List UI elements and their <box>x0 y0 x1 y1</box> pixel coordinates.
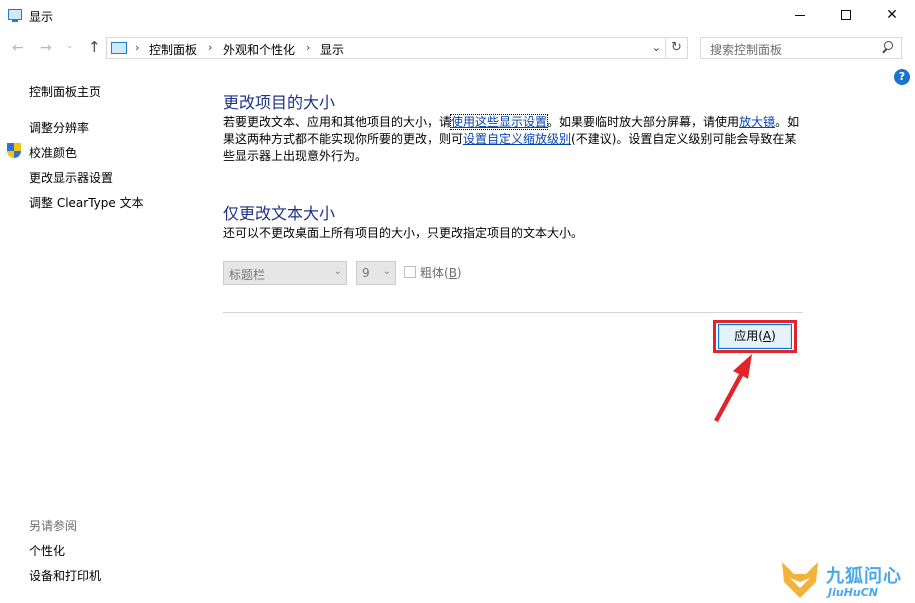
sidebar-item-calibrate-color[interactable]: 校准颜色 <box>29 144 77 161</box>
refresh-button[interactable]: ↻ <box>666 37 688 59</box>
search-input[interactable]: 搜索控制面板 <box>710 41 782 58</box>
bold-checkbox-label: 粗体(B) <box>420 264 462 281</box>
change-item-size-description: 若要更改文本、应用和其他项目的大小，请使用这些显示设置。如果要临时放大部分屏幕，… <box>223 114 803 165</box>
use-display-settings-link[interactable]: 使用这些显示设置 <box>450 114 549 130</box>
see-also-personalization-link[interactable]: 个性化 <box>29 542 65 559</box>
close-icon: ✕ <box>886 7 898 23</box>
breadcrumb-separator: › <box>306 41 311 54</box>
chevron-down-icon: ⌄ <box>333 266 342 277</box>
close-button[interactable]: ✕ <box>869 0 915 30</box>
address-bar[interactable]: › 控制面板 › 外观和个性化 › 显示 ⌄ <box>106 37 666 59</box>
breadcrumb-display[interactable]: 显示 <box>320 41 344 58</box>
divider <box>223 312 803 313</box>
up-arrow-icon[interactable]: ↑ <box>88 38 101 56</box>
bold-checkbox[interactable] <box>404 266 416 278</box>
breadcrumb-separator: › <box>135 41 140 54</box>
description-text: 。如果要临时放大部分屏幕，请使用 <box>547 115 740 129</box>
recent-locations-chevron-icon[interactable]: ⌄ <box>66 41 74 51</box>
maximize-button[interactable] <box>823 0 869 30</box>
change-item-size-heading: 更改项目的大小 <box>223 93 336 112</box>
see-also-heading: 另请参阅 <box>29 519 78 533</box>
sidebar-item-adjust-cleartype[interactable]: 调整 ClearType 文本 <box>29 194 144 211</box>
watermark-en: JiuHuCN <box>828 586 879 599</box>
control-panel-icon <box>111 42 127 54</box>
item-select[interactable]: 标题栏 ⌄ <box>223 261 347 285</box>
refresh-icon: ↻ <box>671 40 682 55</box>
breadcrumb-appearance[interactable]: 外观和个性化 <box>223 41 295 58</box>
watermark-cn: 九狐问心 <box>826 566 902 587</box>
navigation-bar: ← → ⌄ ↑ › 控制面板 › 外观和个性化 › 显示 ⌄ ↻ 搜索控制面板 <box>0 31 915 65</box>
bold-access-key: B <box>448 266 457 280</box>
maximize-icon <box>841 10 851 20</box>
breadcrumb-control-panel[interactable]: 控制面板 <box>149 41 197 58</box>
minimize-button[interactable] <box>777 0 823 30</box>
magnifier-link[interactable]: 放大镜 <box>739 115 775 129</box>
change-text-size-heading: 仅更改文本大小 <box>223 204 336 223</box>
apply-label-suffix: ) <box>771 329 776 343</box>
custom-scaling-link[interactable]: 设置自定义缩放级别 <box>463 132 571 146</box>
search-box[interactable]: 搜索控制面板 <box>700 37 902 59</box>
chevron-down-icon: ⌄ <box>382 266 391 277</box>
display-app-icon <box>8 9 22 22</box>
minimize-icon <box>795 14 805 16</box>
sidebar-item-adjust-resolution[interactable]: 调整分辨率 <box>29 119 89 136</box>
search-icon[interactable] <box>882 41 893 52</box>
control-panel-home-link[interactable]: 控制面板主页 <box>29 83 101 100</box>
description-text: 若要更改文本、应用和其他项目的大小，请 <box>223 115 452 129</box>
address-dropdown-chevron-icon[interactable]: ⌄ <box>652 41 661 54</box>
font-size-select[interactable]: 9 ⌄ <box>356 261 396 285</box>
sidebar-item-change-display-settings[interactable]: 更改显示器设置 <box>29 169 113 186</box>
item-select-value: 标题栏 <box>229 268 266 282</box>
title-bar: 显示 ✕ <box>0 0 915 31</box>
fox-logo-icon <box>782 562 818 598</box>
watermark: 九狐问心 JiuHuCN <box>780 556 910 602</box>
font-size-value: 9 <box>362 266 370 280</box>
annotation-arrow-icon <box>714 354 752 422</box>
back-arrow-icon[interactable]: ← <box>12 40 24 56</box>
bold-label-suffix: ) <box>456 266 462 280</box>
window-title: 显示 <box>29 10 54 24</box>
bold-label-text: 粗体( <box>420 266 449 280</box>
breadcrumb-separator: › <box>208 41 213 54</box>
help-icon[interactable]: ? <box>894 69 910 85</box>
see-also-devices-printers-link[interactable]: 设备和打印机 <box>29 567 101 584</box>
forward-arrow-icon[interactable]: → <box>40 40 52 56</box>
uac-shield-icon <box>7 143 21 159</box>
change-text-size-description: 还可以不更改桌面上所有项目的大小，只更改指定项目的文本大小。 <box>223 226 584 240</box>
